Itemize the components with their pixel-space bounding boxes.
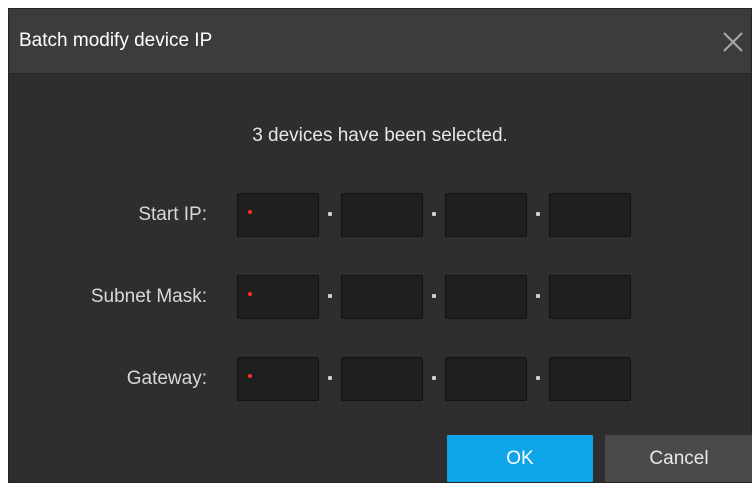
close-button[interactable]: [715, 24, 751, 60]
required-marker: [248, 292, 252, 296]
gateway-octet-4[interactable]: [549, 357, 631, 401]
dialog-title: Batch modify device IP: [19, 30, 213, 51]
ok-button[interactable]: OK: [447, 435, 593, 482]
required-marker: [248, 210, 252, 214]
cancel-button[interactable]: Cancel: [605, 435, 752, 482]
batch-modify-ip-dialog: Batch modify device IP 3 devices have be…: [8, 8, 752, 483]
start-ip-octet-3[interactable]: [445, 193, 527, 237]
ip-separator-dot: [536, 294, 540, 298]
ip-separator-dot: [432, 212, 436, 216]
subnet-mask-octet-1[interactable]: [237, 275, 319, 319]
close-icon: [723, 32, 743, 52]
subnet-mask-octet-3[interactable]: [445, 275, 527, 319]
start-ip-label: Start IP:: [138, 204, 207, 225]
required-marker: [248, 374, 252, 378]
start-ip-octet-4[interactable]: [549, 193, 631, 237]
subnet-mask-label: Subnet Mask:: [90, 286, 207, 307]
subnet-mask-octet-4[interactable]: [549, 275, 631, 319]
ip-separator-dot: [328, 212, 332, 216]
ip-separator-dot: [328, 294, 332, 298]
gateway-label: Gateway:: [126, 368, 207, 389]
start-ip-octet-2[interactable]: [341, 193, 423, 237]
ip-separator-dot: [432, 376, 436, 380]
gateway-octet-2[interactable]: [341, 357, 423, 401]
subnet-mask-octet-2[interactable]: [341, 275, 423, 319]
start-ip-octet-1[interactable]: [237, 193, 319, 237]
ip-separator-dot: [328, 376, 332, 380]
ip-separator-dot: [536, 212, 540, 216]
gateway-octet-1[interactable]: [237, 357, 319, 401]
gateway-octet-3[interactable]: [445, 357, 527, 401]
dialog-titlebar: Batch modify device IP: [9, 9, 751, 74]
ip-separator-dot: [432, 294, 436, 298]
selection-message: 3 devices have been selected.: [252, 125, 508, 146]
ip-separator-dot: [536, 376, 540, 380]
